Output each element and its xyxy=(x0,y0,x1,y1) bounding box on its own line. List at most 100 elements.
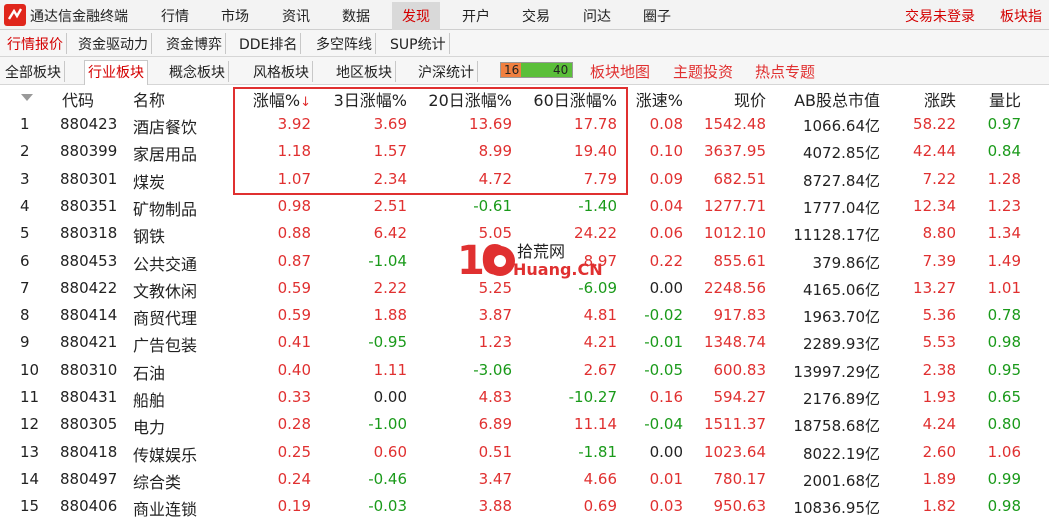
menu-item-jiaoyi[interactable]: 交易 xyxy=(522,6,550,26)
cell-chg3: -0.03 xyxy=(368,497,407,516)
table-row[interactable]: 12 880305 电力 0.28 -1.00 6.89 11.14 -0.04 1511.37… xyxy=(0,411,1049,438)
cell-chg60: -1.40 xyxy=(578,196,617,215)
cell-chg60: 4.81 xyxy=(583,306,617,325)
tab-capital-game[interactable]: 资金博弈 xyxy=(163,33,226,54)
col-name[interactable]: 名称 xyxy=(133,87,165,111)
cell-chg20: 0.51 xyxy=(478,442,512,461)
table-row[interactable]: 9 880421 广告包装 0.41 -0.95 1.23 4.21 -0.01 1348.74… xyxy=(0,329,1049,356)
cell-change: 7.39 xyxy=(922,251,956,270)
sector-code: 880305 xyxy=(60,415,118,434)
sector-code: 880497 xyxy=(60,469,118,488)
cell-price: 3637.95 xyxy=(703,142,766,161)
cell-chg60: 2.67 xyxy=(583,360,617,379)
cell-chg20: 3.88 xyxy=(478,497,512,516)
cell-speed: 0.04 xyxy=(649,196,683,215)
cell-vol-ratio: 0.78 xyxy=(987,306,1021,325)
sector-index-link[interactable]: 板块指 xyxy=(1000,6,1042,26)
col-mktcap[interactable]: AB股总市值 xyxy=(794,87,880,111)
row-index: 8 xyxy=(20,306,30,325)
cell-chg20: -0.61 xyxy=(473,196,512,215)
link-hot-topics[interactable]: 热点专题 xyxy=(755,61,815,82)
menu-item-quanzi[interactable]: 圈子 xyxy=(643,6,671,26)
menu-item-wenda[interactable]: 问达 xyxy=(583,6,611,26)
col-speed[interactable]: 涨速% xyxy=(636,87,683,111)
menu-item-faxian[interactable]: 发现 xyxy=(392,2,440,30)
sector-code: 880453 xyxy=(60,251,118,270)
tab-shsz-stats[interactable]: 沪深统计 xyxy=(415,61,478,82)
cell-vol-ratio: 0.95 xyxy=(987,360,1021,379)
row-index: 12 xyxy=(20,415,40,434)
table-row[interactable]: 8 880414 商贸代理 0.59 1.88 3.87 4.81 -0.02 917.83 19… xyxy=(0,302,1049,329)
cell-chg: 0.25 xyxy=(277,442,311,461)
menu-item-hangqing[interactable]: 行情 xyxy=(161,6,189,26)
row-index: 1 xyxy=(20,115,30,133)
cell-mktcap: 11128.17亿 xyxy=(793,226,880,245)
tab-dde-rank[interactable]: DDE排名 xyxy=(236,33,302,54)
watermark-en: Huang.CN xyxy=(513,260,603,279)
tab-sup-stats[interactable]: SUP统计 xyxy=(387,33,450,54)
menu-item-kaihu[interactable]: 开户 xyxy=(462,6,490,26)
tab-all-sectors[interactable]: 全部板块 xyxy=(2,61,65,82)
tab-capital-drive[interactable]: 资金驱动力 xyxy=(75,33,152,54)
sector-name: 公共交通 xyxy=(133,254,198,274)
cell-price: 780.17 xyxy=(713,469,767,488)
table-row[interactable]: 4 880351 矿物制品 0.98 2.51 -0.61 -1.40 0.04 1277.71… xyxy=(0,193,1049,220)
link-theme-invest[interactable]: 主题投资 xyxy=(673,61,733,82)
cell-chg: 0.59 xyxy=(277,278,311,297)
tab-style-sectors[interactable]: 风格板块 xyxy=(250,61,313,82)
cell-change: 13.27 xyxy=(913,278,956,297)
table-row[interactable]: 15 880406 商业连锁 0.19 -0.03 3.88 0.69 0.03 950.63 1… xyxy=(0,493,1049,520)
row-index: 7 xyxy=(20,278,30,297)
cell-mktcap: 18758.68亿 xyxy=(793,417,880,436)
cell-price: 1542.48 xyxy=(703,115,766,133)
col-vol-ratio[interactable]: 量比 xyxy=(989,87,1021,111)
cell-chg20: 6.89 xyxy=(478,415,512,434)
cell-vol-ratio: 0.65 xyxy=(987,388,1021,406)
col-change[interactable]: 涨跌 xyxy=(924,87,956,111)
cell-change: 5.53 xyxy=(922,333,956,352)
cell-speed: 0.00 xyxy=(649,278,683,297)
tab-bull-bear[interactable]: 多空阵线 xyxy=(313,33,376,54)
row-index: 9 xyxy=(20,333,30,352)
cell-chg: 0.19 xyxy=(277,497,311,516)
cell-speed: 0.16 xyxy=(649,388,683,406)
table-row[interactable]: 11 880431 船舶 0.33 0.00 4.83 -10.27 0.16 594.27 21… xyxy=(0,384,1049,411)
cell-chg: 0.59 xyxy=(277,306,311,325)
cell-price: 1012.10 xyxy=(703,224,766,243)
sector-code: 880301 xyxy=(60,169,118,188)
tab-region-sectors[interactable]: 地区板块 xyxy=(333,61,396,82)
tab-industry-sectors[interactable]: 行业板块 xyxy=(84,60,148,85)
col-code[interactable]: 代码 xyxy=(62,87,94,111)
sector-code: 880422 xyxy=(60,278,118,297)
row-index: 2 xyxy=(20,142,30,161)
cell-change: 1.93 xyxy=(922,388,956,406)
link-sector-map[interactable]: 板块地图 xyxy=(590,61,650,82)
row-index: 4 xyxy=(20,196,30,215)
cell-speed: -0.01 xyxy=(644,333,683,352)
col-price[interactable]: 现价 xyxy=(734,87,766,111)
table-row[interactable]: 14 880497 综合类 0.24 -0.46 3.47 4.66 0.01 780.17 20… xyxy=(0,466,1049,493)
sector-name: 钢铁 xyxy=(133,227,166,247)
tab-concept-sectors[interactable]: 概念板块 xyxy=(166,61,229,82)
table-row[interactable]: 10 880310 石油 0.40 1.11 -3.06 2.67 -0.05 600.83 13… xyxy=(0,357,1049,384)
row-index: 14 xyxy=(20,469,40,488)
menu-item-shuju[interactable]: 数据 xyxy=(342,6,370,26)
table-row[interactable]: 13 880418 传媒娱乐 0.25 0.60 0.51 -1.81 0.00 1023.64… xyxy=(0,439,1049,466)
cell-chg20: 4.83 xyxy=(478,388,512,406)
cell-price: 950.63 xyxy=(713,497,767,516)
cell-chg3: 1.11 xyxy=(373,360,407,379)
watermark-cn: 拾荒网 xyxy=(517,242,566,261)
cell-price: 855.61 xyxy=(713,251,767,270)
cell-chg: 0.40 xyxy=(277,360,311,379)
menu-item-shichang[interactable]: 市场 xyxy=(221,6,249,26)
up-count: 16 xyxy=(504,63,520,77)
tab-quote[interactable]: 行情报价 xyxy=(4,33,67,54)
cell-vol-ratio: 0.98 xyxy=(987,333,1021,352)
cell-chg: 0.87 xyxy=(277,251,311,270)
cell-price: 1511.37 xyxy=(703,415,766,434)
menu-item-zixun[interactable]: 资讯 xyxy=(282,6,310,26)
sector-name: 电力 xyxy=(133,418,166,438)
column-menu-icon[interactable] xyxy=(21,94,33,101)
trade-login-status[interactable]: 交易未登录 xyxy=(905,6,975,26)
highlight-annotation-box xyxy=(233,87,628,195)
